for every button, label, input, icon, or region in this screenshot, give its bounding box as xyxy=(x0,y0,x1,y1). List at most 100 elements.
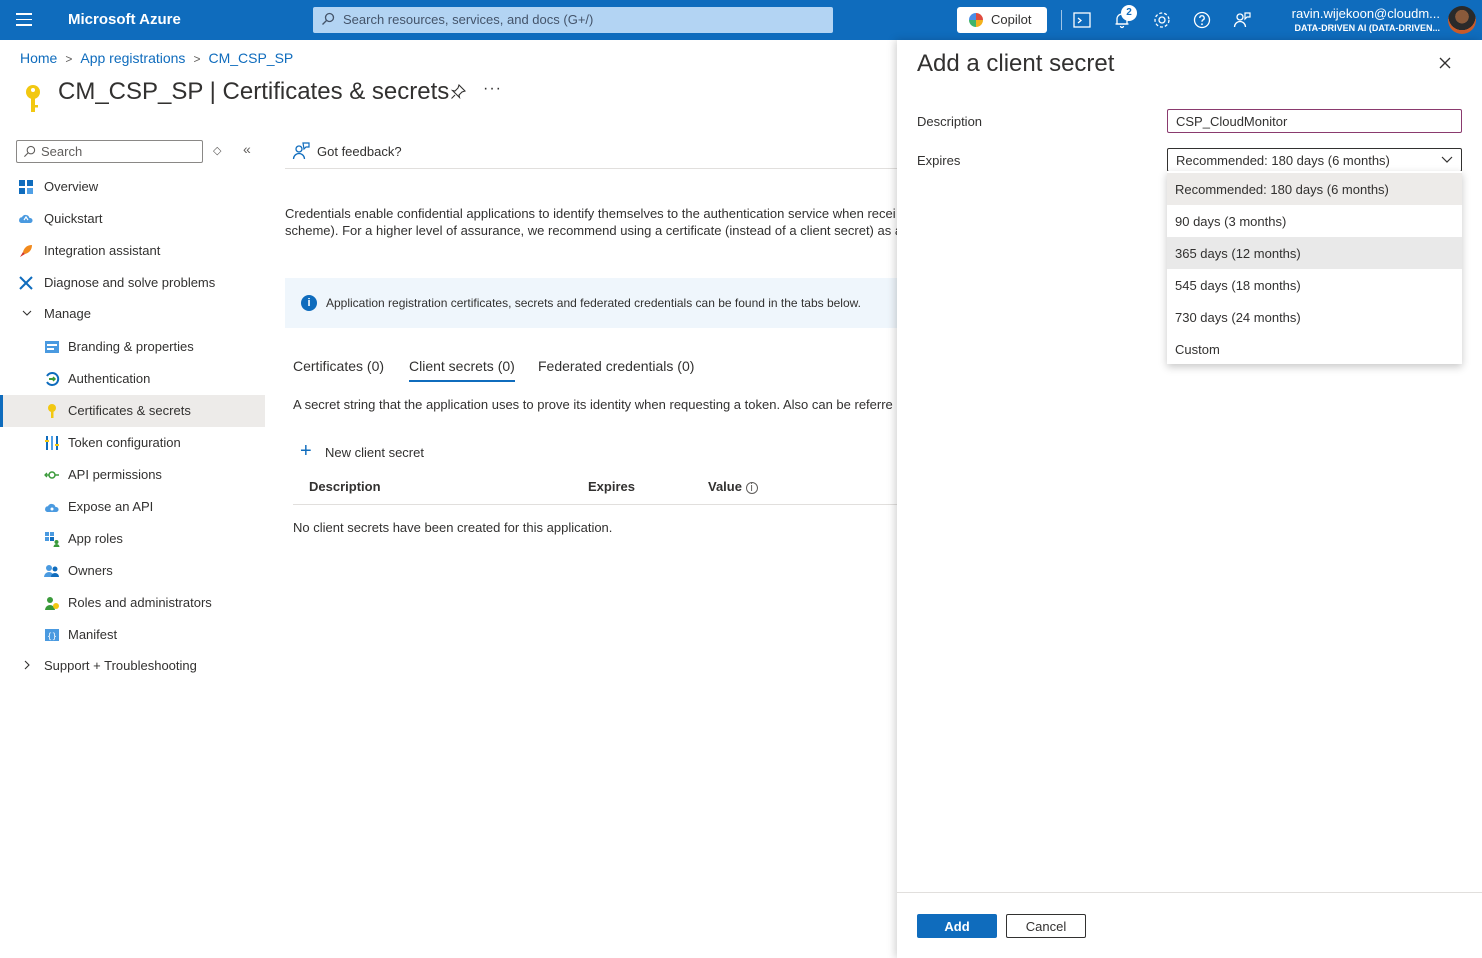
sidebar-item-label: Roles and administrators xyxy=(68,595,212,610)
breadcrumb-app[interactable]: CM_CSP_SP xyxy=(208,50,293,66)
sidebar-group-manage[interactable]: Manage xyxy=(0,298,265,330)
help-icon[interactable] xyxy=(1192,10,1212,30)
tab-client-secrets[interactable]: Client secrets (0) xyxy=(409,358,515,374)
notification-count-badge: 2 xyxy=(1121,5,1137,21)
sidebar-item-roles-administrators[interactable]: Roles and administrators xyxy=(0,587,265,619)
search-icon xyxy=(322,12,335,25)
avatar[interactable] xyxy=(1448,6,1476,34)
option-label: 90 days (3 months) xyxy=(1175,214,1287,229)
empty-state-message: No client secrets have been created for … xyxy=(293,520,613,535)
search-icon xyxy=(23,145,36,158)
sidebar-item-certificates-secrets[interactable]: Certificates & secrets xyxy=(0,395,265,427)
sidebar-item-integration-assistant[interactable]: Integration assistant xyxy=(0,235,265,267)
add-button[interactable]: Add xyxy=(917,914,997,938)
sidebar-item-quickstart[interactable]: Quickstart xyxy=(0,203,265,235)
authentication-icon xyxy=(46,372,60,386)
sidebar-item-label: Diagnose and solve problems xyxy=(44,275,216,290)
sidebar-group-support[interactable]: Support + Troubleshooting xyxy=(0,650,265,682)
copilot-icon xyxy=(969,13,983,27)
more-options-icon[interactable]: ··· xyxy=(483,80,502,98)
rocket-icon xyxy=(20,245,32,257)
tab-certificates[interactable]: Certificates (0) xyxy=(293,358,384,374)
option-label: 545 days (18 months) xyxy=(1175,278,1301,293)
feedback-person-icon[interactable] xyxy=(1232,10,1252,30)
chevron-down-icon xyxy=(1441,156,1453,163)
option-90-days[interactable]: 90 days (3 months) xyxy=(1167,205,1462,237)
option-730-days[interactable]: 730 days (24 months) xyxy=(1167,301,1462,333)
sidebar-item-api-permissions[interactable]: API permissions xyxy=(0,459,265,491)
add-client-secret-panel: Add a client secret Description Expires … xyxy=(897,40,1482,958)
new-client-secret-label: New client secret xyxy=(325,445,424,460)
sidebar-item-label: Quickstart xyxy=(44,211,103,226)
toolbar-divider xyxy=(285,168,897,169)
global-search-input[interactable]: Search resources, services, and docs (G+… xyxy=(313,7,833,33)
nav-search-input[interactable]: Search xyxy=(16,140,203,163)
hamburger-menu-icon[interactable] xyxy=(16,13,32,27)
sidebar-item-authentication[interactable]: Authentication xyxy=(0,363,265,395)
sidebar-item-token-configuration[interactable]: Token configuration xyxy=(0,427,265,459)
sidebar-item-label: Integration assistant xyxy=(44,243,161,258)
sidebar-item-overview[interactable]: Overview xyxy=(0,171,265,203)
sidebar-item-diagnose[interactable]: Diagnose and solve problems xyxy=(0,267,265,299)
page-title-app: CM_CSP_SP xyxy=(58,78,203,105)
info-circle-icon[interactable]: i xyxy=(745,482,758,494)
sidebar-item-label: Token configuration xyxy=(68,435,181,450)
sidebar-item-label: Certificates & secrets xyxy=(68,403,191,418)
description-input[interactable] xyxy=(1167,109,1462,133)
page-title-separator: | xyxy=(202,78,223,105)
sidebar-item-manifest[interactable]: {} Manifest xyxy=(0,619,265,651)
key-icon xyxy=(48,404,56,418)
settings-gear-icon[interactable] xyxy=(1152,10,1172,30)
info-message: Application registration certificates, s… xyxy=(326,296,861,310)
breadcrumb-home[interactable]: Home xyxy=(20,50,57,66)
sidebar-item-label: Support + Troubleshooting xyxy=(44,658,197,673)
credentials-description-line1: Credentials enable confidential applicat… xyxy=(285,206,896,221)
sidebar-item-branding[interactable]: Branding & properties xyxy=(0,331,265,363)
sidebar-item-app-roles[interactable]: App roles xyxy=(0,523,265,555)
close-icon[interactable] xyxy=(1437,55,1453,71)
manifest-icon: {} xyxy=(45,629,59,641)
key-icon xyxy=(26,85,40,112)
cloud-shell-icon[interactable] xyxy=(1072,10,1092,30)
sidebar-item-label: Expose an API xyxy=(68,499,154,514)
pin-icon[interactable] xyxy=(450,84,466,100)
tab-federated-credentials[interactable]: Federated credentials (0) xyxy=(538,358,694,374)
option-545-days[interactable]: 545 days (18 months) xyxy=(1167,269,1462,301)
account-info[interactable]: ravin.wijekoon@cloudm... DATA-DRIVEN AI … xyxy=(1292,6,1440,33)
description-label: Description xyxy=(917,114,983,129)
brand-title[interactable]: Microsoft Azure xyxy=(68,11,181,28)
cancel-button[interactable]: Cancel xyxy=(1006,914,1086,938)
search-placeholder: Search resources, services, and docs (G+… xyxy=(343,12,594,27)
table-header-divider xyxy=(293,504,897,505)
info-icon: i xyxy=(301,295,317,311)
option-custom[interactable]: Custom xyxy=(1167,333,1462,365)
sidebar-item-label: Authentication xyxy=(68,371,151,386)
expires-dropdown[interactable]: Recommended: 180 days (6 months) xyxy=(1167,148,1462,172)
selected-tab-indicator xyxy=(409,380,515,382)
copilot-label: Copilot xyxy=(991,12,1032,27)
column-header-expires: Expires xyxy=(588,479,635,494)
sidebar-item-label: App roles xyxy=(68,531,123,546)
nav-search-placeholder: Search xyxy=(41,144,83,159)
copilot-button[interactable]: Copilot xyxy=(957,7,1047,33)
collapse-sidebar-icon[interactable]: « xyxy=(243,141,251,157)
sidebar-item-expose-api[interactable]: Expose an API xyxy=(0,491,265,523)
feedback-label: Got feedback? xyxy=(317,144,402,159)
panel-footer-divider xyxy=(897,892,1482,893)
expand-collapse-icon[interactable]: ◇ xyxy=(213,144,221,157)
expires-label: Expires xyxy=(917,153,961,168)
branding-icon xyxy=(45,341,59,353)
page-title-section: Certificates & secrets xyxy=(222,78,450,105)
top-bar: Microsoft Azure Search resources, servic… xyxy=(0,0,1482,40)
option-365-days[interactable]: 365 days (12 months) xyxy=(1167,237,1462,269)
option-180-days[interactable]: Recommended: 180 days (6 months) xyxy=(1167,173,1462,205)
sidebar-item-owners[interactable]: Owners xyxy=(0,555,265,587)
page-title: CM_CSP_SP | Certificates & secrets xyxy=(58,78,449,106)
chevron-right-icon xyxy=(24,660,30,670)
roles-icon xyxy=(45,597,59,610)
sidebar-item-label: Manage xyxy=(44,306,91,321)
breadcrumb-app-registrations[interactable]: App registrations xyxy=(80,50,185,66)
chevron-right-icon: > xyxy=(193,52,201,66)
expires-selected-value: Recommended: 180 days (6 months) xyxy=(1176,153,1390,168)
sidebar-item-label: Owners xyxy=(68,563,113,578)
